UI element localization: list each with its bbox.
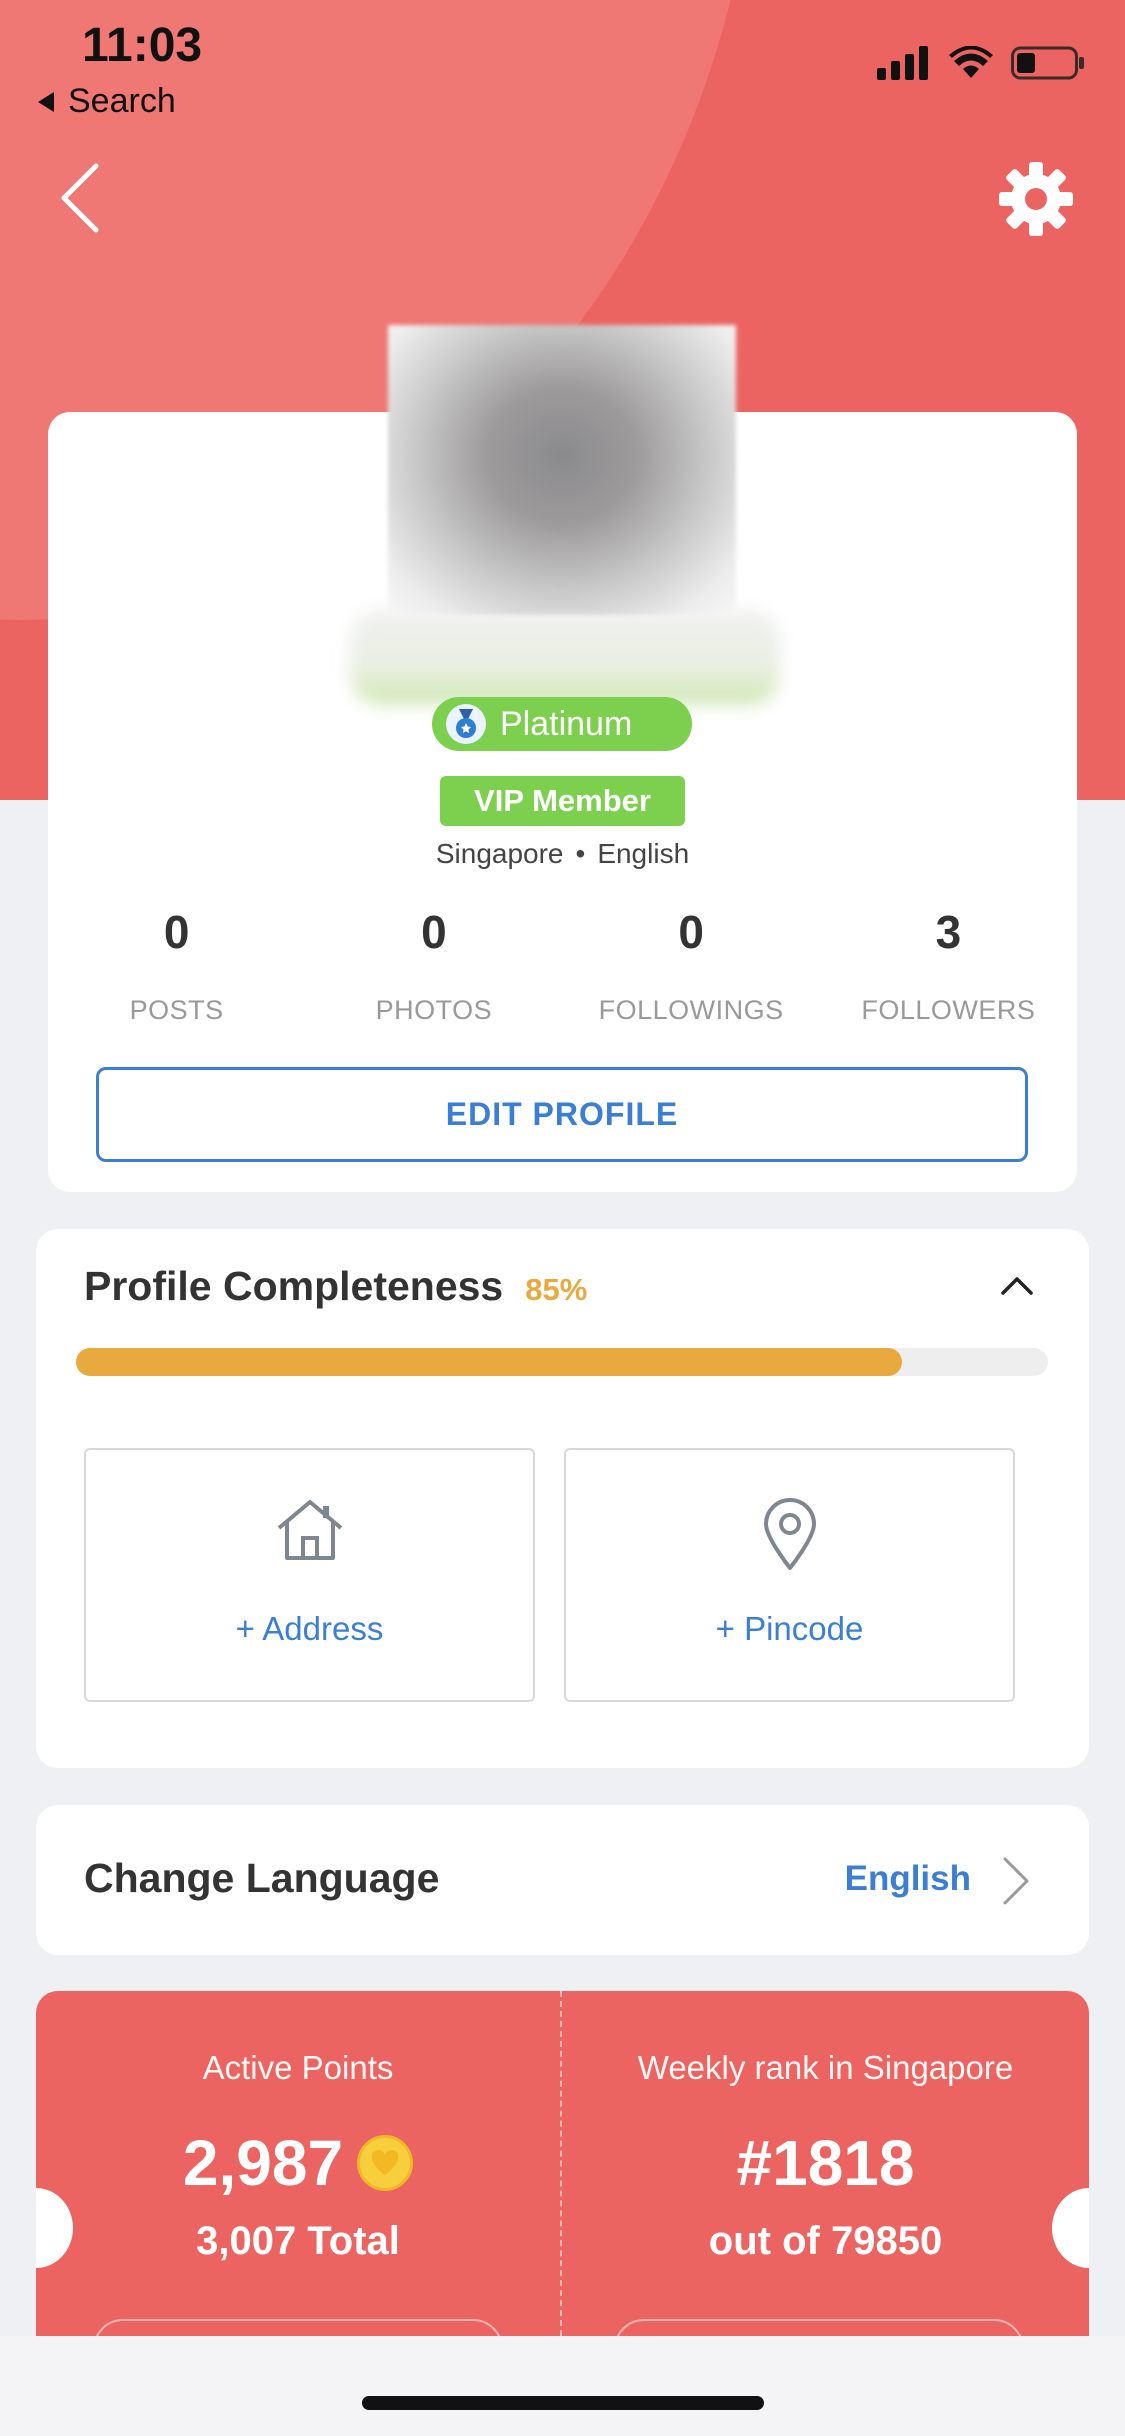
profile-stats: 0 POSTS 0 PHOTOS 0 FOLLOWINGS 3 FOLLOWER… xyxy=(48,905,1077,1025)
stat-label: FOLLOWINGS xyxy=(598,995,784,1025)
weekly-rank-value: #1818 xyxy=(736,2127,915,2199)
stat-value: 0 xyxy=(163,906,190,958)
stat-value: 0 xyxy=(678,906,704,958)
stat-followings[interactable]: 0 FOLLOWINGS xyxy=(563,905,820,1025)
completeness-title: Profile Completeness xyxy=(84,1263,504,1309)
stat-posts[interactable]: 0 POSTS xyxy=(48,905,305,1025)
points-action-button[interactable] xyxy=(93,2319,503,2336)
add-pincode-label: + Pincode xyxy=(715,1610,864,1647)
medal-icon xyxy=(446,704,486,744)
bottom-safe-area xyxy=(0,2336,1125,2436)
completeness-percent: 85% xyxy=(525,1272,588,1307)
active-points-row: 2,987 xyxy=(36,2126,560,2200)
stat-label: PHOTOS xyxy=(375,995,493,1025)
stat-label: POSTS xyxy=(129,995,224,1025)
change-language-row[interactable]: Change Language English xyxy=(36,1805,1089,1955)
back-arrow-icon[interactable] xyxy=(52,160,108,236)
separator-dot: • xyxy=(575,838,586,869)
settings-gear-icon[interactable] xyxy=(997,160,1075,238)
weekly-rank-out-of: out of 79850 xyxy=(708,2219,943,2263)
stat-value: 0 xyxy=(421,906,447,958)
completeness-progress-bar xyxy=(76,1348,1048,1376)
tier-label: Platinum xyxy=(500,704,633,743)
status-icons xyxy=(877,46,1085,80)
country-text: Singapore xyxy=(435,838,564,869)
avatar-halo xyxy=(350,610,780,705)
rank-action-button[interactable] xyxy=(614,2319,1024,2336)
location-language: Singapore • English xyxy=(0,838,1125,870)
language-text: English xyxy=(597,838,690,869)
location-pin-icon xyxy=(763,1498,816,1570)
tier-badge: Platinum xyxy=(432,697,692,751)
weekly-rank-section[interactable]: Weekly rank in Singapore #1818 out of 79… xyxy=(562,1991,1089,2336)
add-pincode-tile[interactable]: + Pincode xyxy=(564,1448,1015,1702)
stat-followers[interactable]: 3 FOLLOWERS xyxy=(820,905,1077,1025)
points-rank-card: Active Points 2,987 3,007 Total Weekly r… xyxy=(36,1991,1089,2336)
add-address-tile[interactable]: + Address xyxy=(84,1448,535,1702)
home-icon xyxy=(277,1500,342,1560)
current-language-value: English xyxy=(844,1859,971,1898)
back-to-app-label: Search xyxy=(68,82,176,120)
edit-profile-button[interactable]: EDIT PROFILE xyxy=(96,1067,1028,1162)
active-points-label: Active Points xyxy=(202,2049,394,2086)
wifi-icon xyxy=(949,46,993,78)
battery-icon xyxy=(1011,46,1084,80)
back-to-app-link[interactable]: Search xyxy=(36,82,176,121)
weekly-rank-label: Weekly rank in Singapore xyxy=(637,2049,1014,2086)
completeness-progress-fill xyxy=(76,1348,903,1376)
change-language-title: Change Language xyxy=(84,1855,440,1901)
completeness-header: Profile Completeness 85% xyxy=(84,1263,587,1310)
profile-completeness-card: Profile Completeness 85% + Address + Pin… xyxy=(36,1229,1089,1768)
stat-photos[interactable]: 0 PHOTOS xyxy=(305,905,562,1025)
signal-icon xyxy=(877,46,928,80)
back-triangle-icon xyxy=(38,91,54,112)
vip-member-badge: VIP Member xyxy=(440,776,685,826)
total-points: 3,007 Total xyxy=(196,2219,400,2263)
add-address-label: + Address xyxy=(235,1610,384,1647)
home-indicator xyxy=(362,2396,764,2410)
chevron-up-icon[interactable] xyxy=(999,1271,1035,1301)
coin-icon xyxy=(357,2135,414,2191)
active-points-value: 2,987 xyxy=(182,2127,344,2199)
stat-value: 3 xyxy=(935,906,962,958)
chevron-right-icon xyxy=(1003,1857,1029,1905)
stat-label: FOLLOWERS xyxy=(861,995,1036,1025)
active-points-section[interactable]: Active Points 2,987 3,007 Total xyxy=(36,1991,560,2336)
avatar[interactable] xyxy=(388,325,736,615)
status-time: 11:03 xyxy=(82,19,203,72)
